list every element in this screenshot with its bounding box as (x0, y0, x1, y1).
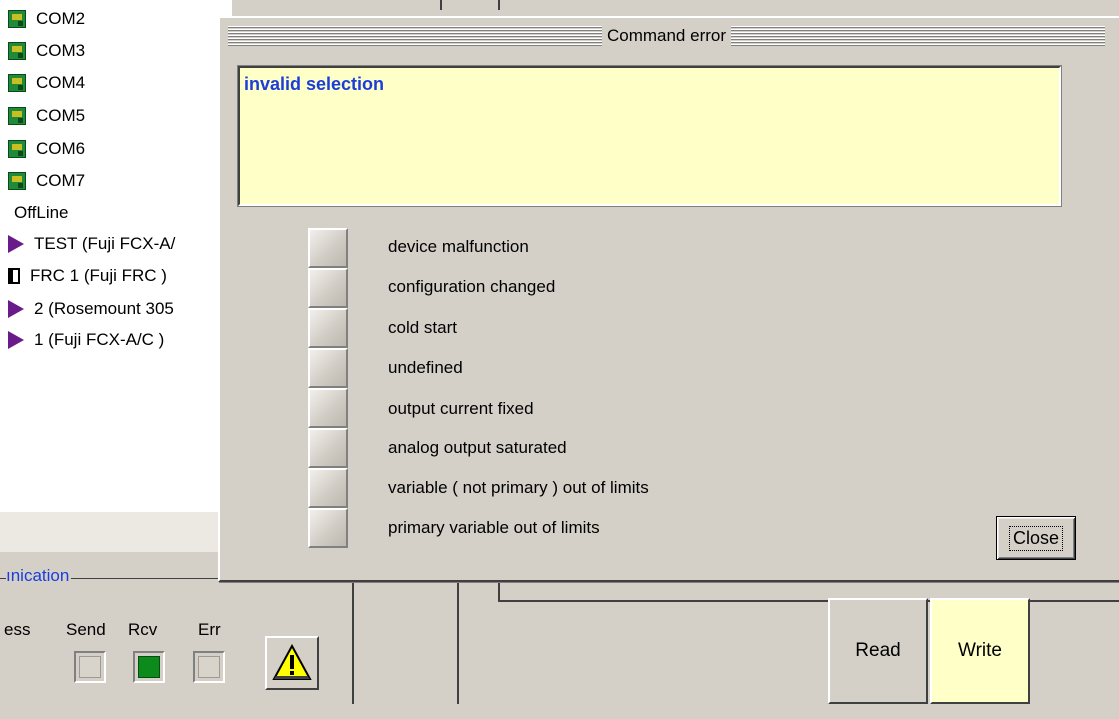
device-malfunction-indicator (308, 228, 348, 268)
dialog-titlebar[interactable]: Command error (228, 26, 1105, 46)
tree-item-label: COM7 (36, 171, 86, 190)
tree-item-device[interactable]: 2 (Rosemount 305 (8, 294, 174, 324)
dialog-title: Command error (601, 26, 732, 46)
primary-variable-out-of-limits-indicator (308, 508, 348, 548)
error-message: invalid selection (244, 74, 385, 94)
tree-group-offline[interactable]: OffLine (14, 199, 69, 227)
flag-label-undefined: undefined (388, 358, 463, 377)
tree-item-label: TEST (Fuji FCX-A/ (34, 234, 176, 253)
tree-item-com5[interactable]: COM5 (8, 101, 85, 131)
flag-label-analog-output-saturated: analog output saturated (388, 438, 567, 457)
tree-item-com7[interactable]: COM7 (8, 166, 85, 196)
com-port-icon (8, 172, 26, 190)
com-port-icon (8, 10, 26, 28)
divider (352, 580, 354, 704)
undefined-indicator (308, 348, 348, 388)
tree-item-label: COM2 (36, 9, 86, 28)
close-button[interactable]: Close (996, 516, 1076, 560)
background-toolbar (406, 0, 1119, 10)
divider (498, 0, 500, 10)
warning-triangle-icon (272, 644, 312, 680)
flag-label-variable-out-of-limits: variable ( not primary ) out of limits (388, 478, 649, 497)
address-label: ess (4, 620, 31, 639)
close-button-label: Close (1008, 525, 1064, 551)
flag-label-cold-start: cold start (388, 318, 457, 337)
frc-device-icon (8, 268, 20, 284)
err-led (193, 651, 225, 683)
flag-label-device-malfunction: device malfunction (388, 237, 529, 256)
tree-item-label: FRC 1 (Fuji FRC ) (30, 266, 167, 285)
com-port-icon (8, 107, 26, 125)
output-current-fixed-indicator (308, 388, 348, 428)
send-led (74, 651, 106, 683)
tree-item-label: 2 (Rosemount 305 (34, 299, 174, 318)
flag-label-primary-variable-out-of-limits: primary variable out of limits (388, 518, 600, 537)
read-button[interactable]: Read (828, 598, 928, 704)
tree-item-label: COM3 (36, 41, 86, 60)
com-port-icon (8, 42, 26, 60)
tree-item-com6[interactable]: COM6 (8, 134, 85, 164)
rcv-label: Rcv (128, 620, 158, 639)
divider (440, 0, 442, 10)
error-message-box: invalid selection (237, 65, 1062, 207)
cold-start-indicator (308, 308, 348, 348)
command-error-dialog: Command error invalid selection device m… (218, 16, 1119, 582)
write-button[interactable]: Write (930, 598, 1030, 704)
tree-footer (0, 512, 232, 552)
tree-item-com4[interactable]: COM4 (8, 68, 85, 98)
tree-item-label: COM4 (36, 73, 86, 92)
send-label: Send (66, 620, 106, 639)
rcv-led (133, 651, 165, 683)
device-icon (8, 300, 24, 318)
tree-item-device[interactable]: TEST (Fuji FCX-A/ (8, 229, 175, 259)
com-port-icon (8, 140, 26, 158)
err-label: Err (198, 620, 221, 639)
tree-item-device[interactable]: FRC 1 (Fuji FRC ) (8, 261, 167, 291)
warning-button[interactable] (265, 636, 319, 690)
variable-out-of-limits-indicator (308, 468, 348, 508)
com-port-icon (8, 74, 26, 92)
tree-item-com2[interactable]: COM2 (8, 4, 85, 34)
analog-output-saturated-indicator (308, 428, 348, 468)
tree-item-label: 1 (Fuji FCX-A/C ) (34, 330, 165, 349)
device-icon (8, 235, 24, 253)
communication-group-label: ınication (6, 566, 72, 586)
flag-label-output-current-fixed: output current fixed (388, 399, 534, 418)
device-tree[interactable]: COM2 COM3 COM4 COM5 COM6 COM7 OffLine TE… (0, 0, 232, 512)
tree-item-label: COM6 (36, 139, 86, 158)
configuration-changed-indicator (308, 268, 348, 308)
tree-item-device[interactable]: 1 (Fuji FCX-A/C ) (8, 325, 164, 355)
divider (457, 580, 459, 704)
flag-label-configuration-changed: configuration changed (388, 277, 556, 296)
tree-item-com3[interactable]: COM3 (8, 36, 85, 66)
device-icon (8, 331, 24, 349)
tree-item-label: COM5 (36, 106, 86, 125)
